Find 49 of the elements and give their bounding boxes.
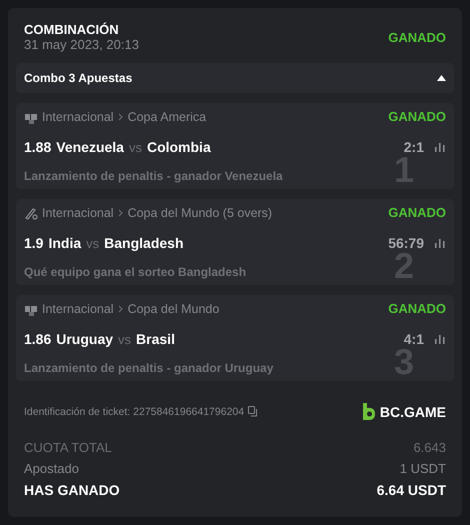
ticket-date: 31 may 2023, 20:13 — [24, 37, 139, 52]
bet-odds: 1.86 — [24, 330, 52, 346]
home-team: Uruguay — [56, 330, 114, 346]
chevron-icon — [118, 112, 124, 120]
chevron-icon — [118, 304, 124, 312]
bet-market: Qué equipo gana el sorteo Bangladesh — [24, 265, 246, 279]
combo-toggle[interactable]: Combo 3 Apuestas — [16, 63, 454, 93]
bet-odds: 1.9 — [24, 234, 44, 250]
caret-icon — [437, 75, 446, 81]
brand-name: BC.GAME — [380, 404, 446, 420]
total-value: 1 USDT — [400, 461, 446, 476]
ticket-id: Identificación de ticket: 2275846196641796204 — [24, 406, 244, 418]
vs-label: vs — [128, 140, 142, 154]
total-label: HAS GANADO — [24, 482, 120, 498]
logo-icon — [362, 403, 376, 420]
stats-icon[interactable] — [434, 142, 446, 152]
bet-odds: 1.88 — [24, 138, 52, 154]
total-value: 6.64 USDT — [376, 482, 446, 498]
chevron-icon — [118, 208, 124, 216]
bet-market: Lanzamiento de penaltis - ganador Uruguay — [24, 361, 274, 375]
bet-category: Internacional — [42, 206, 114, 220]
bet-league: Copa del Mundo — [128, 302, 220, 316]
bet-market: Lanzamiento de penaltis - ganador Venezuela — [24, 169, 283, 183]
away-team: Bangladesh — [104, 234, 184, 250]
copy-icon[interactable] — [248, 406, 260, 417]
cricket-bat-icon — [24, 206, 38, 220]
bet-status: GANADO — [388, 205, 446, 220]
ticket-status: GANADO — [388, 30, 446, 44]
bet-category: Internacional — [42, 110, 114, 124]
bet-status: GANADO — [388, 301, 446, 316]
bet-league: Copa del Mundo (5 overs) — [128, 206, 272, 220]
bet-score: 4:1 — [404, 330, 424, 346]
ticket-title: COMBINACIÓN — [24, 22, 120, 37]
vs-label: vs — [118, 332, 132, 346]
away-team: Brasil — [136, 330, 175, 346]
bet-score: 56:79 — [388, 234, 424, 250]
away-team: Colombia — [146, 138, 211, 154]
total-label: Apostado — [24, 461, 79, 476]
total-label: CUOTA TOTAL — [24, 440, 112, 455]
bet-league: Copa America — [128, 110, 206, 124]
stats-icon[interactable] — [434, 238, 446, 248]
vs-label: vs — [86, 236, 100, 250]
total-value: 6.643 — [413, 440, 446, 455]
bet-status: GANADO — [388, 109, 446, 124]
home-team: India — [48, 234, 82, 250]
stats-icon[interactable] — [434, 334, 446, 344]
bet-category: Internacional — [42, 302, 114, 316]
home-team: Venezuela — [56, 138, 124, 154]
bet-score: 2:1 — [404, 138, 424, 154]
